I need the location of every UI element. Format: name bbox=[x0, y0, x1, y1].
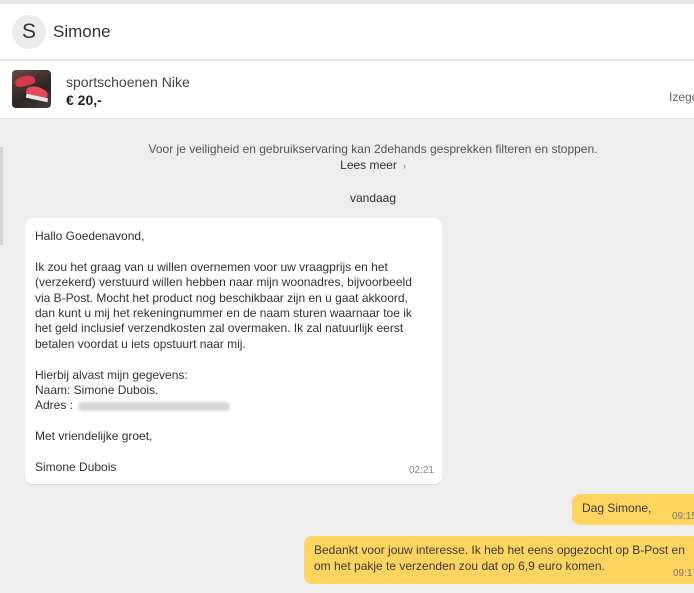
listing-title[interactable]: sportschoenen Nike bbox=[66, 74, 190, 90]
contact-name[interactable]: Simone bbox=[53, 22, 111, 42]
redacted-address bbox=[78, 401, 231, 411]
message-timestamp: 09:15 bbox=[672, 511, 694, 522]
read-more-label: Lees meer bbox=[340, 158, 397, 172]
message-timestamp: 02:21 bbox=[408, 464, 434, 476]
message-line: het geld inclusief verzendkosten zal ove… bbox=[35, 321, 404, 336]
message-line: (verzekerd) verstuurd willen hebben naar… bbox=[35, 275, 412, 290]
message-line bbox=[35, 244, 432, 259]
message-text: Dag Simone, bbox=[582, 501, 652, 515]
message-line: Hierbij alvast mijn gegevens: bbox=[35, 367, 188, 382]
message-line: Simone Dubois bbox=[35, 460, 117, 475]
listing-summary[interactable]: sportschoenen Nike € 20,- Izegem bbox=[0, 61, 694, 119]
incoming-message: Hallo Goedenavond, Ik zou het graag van … bbox=[25, 218, 442, 484]
message-line bbox=[35, 352, 432, 367]
listing-thumbnail[interactable] bbox=[12, 70, 51, 108]
message-line: Bedankt voor jouw interesse. Ik heb het … bbox=[314, 543, 685, 557]
message-timestamp: 09:17 bbox=[673, 568, 694, 579]
message-line bbox=[35, 414, 432, 429]
listing-price: € 20,- bbox=[66, 92, 102, 108]
address-label: Adres : bbox=[35, 398, 74, 413]
message-line: om het pakje te verzenden zou dat op 6,9… bbox=[314, 559, 605, 573]
avatar-initial: S bbox=[21, 19, 36, 43]
message-line: Naam: Simone Dubois. bbox=[35, 383, 159, 398]
message-line: dan kunt u mij het rekeningnummer en de … bbox=[35, 306, 412, 321]
message-line: via B-Post. Mocht het product nog beschi… bbox=[35, 290, 408, 305]
message-line: Hallo Goedenavond, bbox=[35, 229, 145, 243]
day-separator: vandaag bbox=[349, 191, 397, 205]
chevron-right-icon: › bbox=[402, 161, 406, 171]
conversation-header: S Simone bbox=[0, 4, 694, 60]
safety-notice: Voor je veiligheid en gebruikservaring k… bbox=[148, 142, 598, 156]
message-line: betalen voordat u iets opstuurt naar mij… bbox=[35, 336, 246, 351]
outgoing-message: Dag Simone, 09:15 bbox=[572, 494, 694, 525]
avatar[interactable]: S bbox=[12, 14, 46, 49]
listing-location: Izegem bbox=[669, 90, 694, 104]
address-line: Adres : bbox=[35, 398, 432, 413]
message-line bbox=[35, 445, 432, 460]
outgoing-message: Bedankt voor jouw interesse. Ik heb het … bbox=[304, 536, 694, 584]
read-more-link[interactable]: Lees meer › bbox=[0, 158, 694, 172]
message-line: Met vriendelijke groet, bbox=[35, 429, 153, 444]
message-line: Ik zou het graag van u willen overnemen … bbox=[35, 259, 388, 274]
